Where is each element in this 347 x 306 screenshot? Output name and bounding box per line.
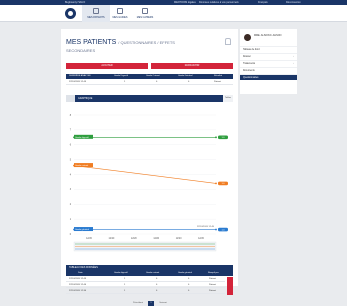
data-header-cell: Grade général xyxy=(178,272,192,274)
data-cell: 0 xyxy=(156,278,158,280)
data-point xyxy=(215,136,217,139)
data-cell: 0 xyxy=(188,284,190,286)
pagination-current[interactable]: 1 xyxy=(148,301,154,306)
data-cell: 0 xyxy=(188,290,190,292)
data-cell: 0 xyxy=(156,284,158,286)
data-cell: Patient xyxy=(209,278,216,280)
sidebar-item-documents[interactable]: Documents xyxy=(240,67,297,73)
y-tick-label: 7 xyxy=(70,130,72,132)
sidebar-item-label: Documents xyxy=(243,70,255,72)
notebook-icon xyxy=(142,8,148,14)
sidebar-item-label: Traitements xyxy=(243,63,256,65)
avatar xyxy=(244,34,251,41)
x-tick-label: 12/20 xyxy=(109,238,115,240)
series-label: Grade général xyxy=(75,228,89,231)
data-cell: 1 xyxy=(124,284,126,286)
y-tick-label: 1 xyxy=(70,219,72,221)
x-tick-label: 12/20 xyxy=(176,238,182,240)
data-cell: 1 xyxy=(124,278,126,280)
patient-sidebar: MME. ALISON F. ALISON Tableau de bord Do… xyxy=(240,29,297,94)
patient-name: MME. ALISON F. ALISON xyxy=(254,34,282,37)
pagination-next[interactable]: Suivant xyxy=(155,301,171,306)
data-header-cell: Date xyxy=(78,272,83,274)
main-navbar: MES PATIENTS MES GUIDES MES CAHIERS xyxy=(0,5,347,22)
table-row: 22/10/2020 12:30 1 0 0 Patient xyxy=(66,289,225,294)
series-label: Grade cutané xyxy=(75,164,89,167)
data-table-header: Date Grade digestif Grade cutané Grade g… xyxy=(66,271,233,276)
data-cell: Patient xyxy=(209,284,216,286)
x-tick-label: 12/20 xyxy=(86,238,92,240)
data-cell: 22/10/2020 12:45 xyxy=(69,278,87,280)
data-cell: 1 xyxy=(124,290,126,292)
sidebar-item-label: Questionnaires xyxy=(243,77,259,79)
users-icon xyxy=(93,8,99,14)
data-header-cell: Grade cutané xyxy=(146,272,160,274)
nav-label: MES GUIDES xyxy=(112,16,128,19)
main-panel: MES PATIENTS / QUESTIONNAIRES / EFFETS S… xyxy=(61,29,238,306)
app-logo[interactable] xyxy=(65,8,76,19)
point-annotation: 22/10/2020 12:45 xyxy=(197,226,215,228)
data-cell: 22/10/2020 12:40 xyxy=(69,284,87,286)
x-tick-label: 12/20 xyxy=(198,238,204,240)
data-cell: 22/10/2020 12:30 xyxy=(69,290,87,292)
sidebar-item-questionnaires[interactable]: Questionnaires xyxy=(240,74,297,80)
data-point xyxy=(215,182,217,185)
table-row: 22/10/2020 12:45 1 0 0 Patient xyxy=(66,277,225,282)
nav-my-notebooks[interactable]: MES CAHIERS xyxy=(131,5,159,22)
nav-my-guides[interactable]: MES GUIDES xyxy=(106,5,134,22)
x-tick-label: 12/20 xyxy=(153,238,159,240)
y-tick-label: 8 xyxy=(70,115,72,117)
sidebar-item-label: Dossier xyxy=(243,56,251,58)
y-tick-label: 6 xyxy=(70,145,72,147)
y-tick-label: 2 xyxy=(70,204,72,206)
y-tick-label: 0 xyxy=(70,234,72,236)
data-header-cell: Grade digestif xyxy=(114,272,128,274)
data-header-cell: Rempli par xyxy=(208,272,219,274)
delete-row-button[interactable] xyxy=(227,289,233,295)
series-label: Grade digestif xyxy=(75,136,89,139)
data-point xyxy=(215,228,217,231)
guide-icon xyxy=(117,8,123,14)
nav-label: MES CAHIERS xyxy=(136,16,154,19)
sidebar-item-label: Tableau de bord xyxy=(243,49,260,51)
y-tick-label: 4 xyxy=(70,174,72,176)
sidebar-item-dashboard[interactable]: Tableau de bord xyxy=(240,46,297,52)
y-tick-label: 3 xyxy=(70,189,72,191)
grades-chart: 8 7 6 5 4 3 2 1 0 12/20 12/20 12/20 12/20 12/20 12/20 G… xyxy=(70,114,228,252)
x-tick-label: 12/20 xyxy=(131,238,137,240)
data-cell: Patient xyxy=(209,290,216,292)
data-cell: 0 xyxy=(188,278,190,280)
pagination-prev[interactable]: Précédent xyxy=(129,301,147,306)
sidebar-item-file[interactable]: Dossier › xyxy=(240,53,297,59)
sidebar-item-treatments[interactable]: Traitements › xyxy=(240,60,297,66)
y-tick-label: 5 xyxy=(70,159,72,161)
table-row: 22/10/2020 12:40 1 0 0 Patient xyxy=(66,283,225,288)
data-cell: 0 xyxy=(156,290,158,292)
